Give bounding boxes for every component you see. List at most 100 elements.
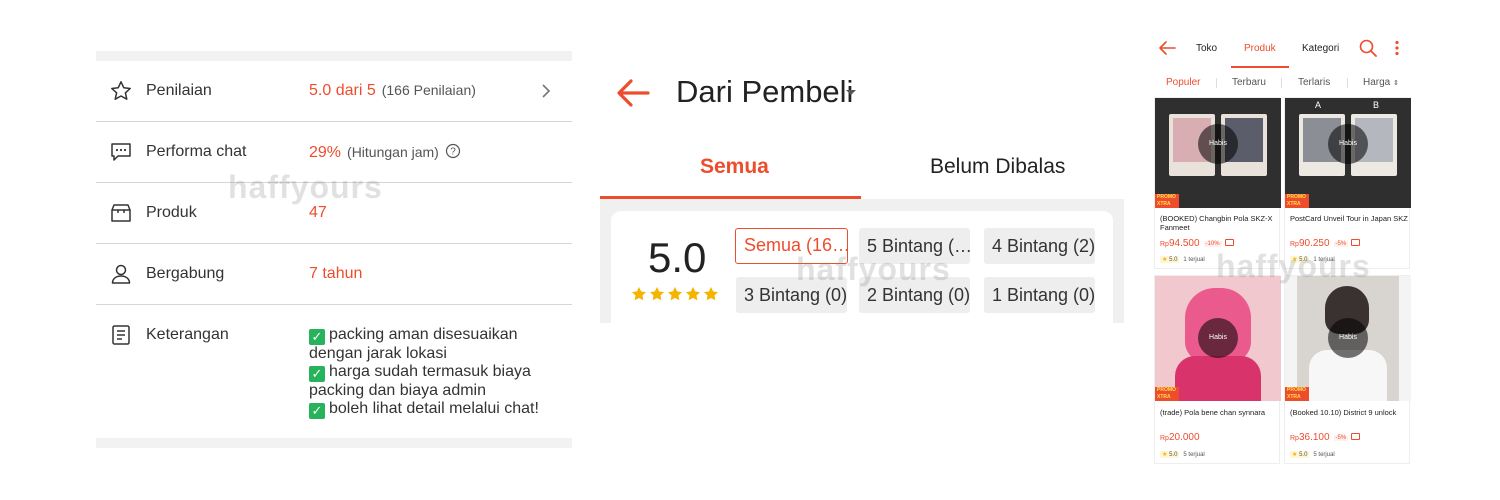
filter-1-star[interactable]: 1 Bintang (0) bbox=[984, 277, 1095, 313]
rating-count: (166 Penilaian) bbox=[381, 82, 476, 98]
star-outline-icon bbox=[111, 81, 131, 100]
voucher-icon bbox=[1224, 239, 1234, 246]
sort-separator bbox=[1281, 78, 1282, 88]
tab-products[interactable]: Produk bbox=[1244, 43, 1276, 54]
rating-value: 5.0 dari 5 (166 Penilaian) bbox=[309, 82, 476, 99]
back-arrow-icon[interactable] bbox=[616, 78, 650, 108]
star-icon bbox=[668, 287, 682, 301]
costume-body bbox=[1175, 356, 1261, 401]
product-rating: ★ 5.0 5 terjual bbox=[1290, 451, 1335, 458]
sold-count: 1 terjual bbox=[1183, 257, 1205, 263]
shop-description: ✓ packing aman disesuaikan dengan jarak l… bbox=[309, 326, 569, 419]
watermark: haffyours bbox=[796, 251, 951, 287]
sold-out-overlay: Habis bbox=[1328, 124, 1368, 164]
description-line: ✓ boleh lihat detail melalui chat! bbox=[309, 400, 569, 419]
chat-performance-note: (Hitungan jam) bbox=[347, 144, 439, 160]
product-image: Habis PROMO XTRA bbox=[1155, 98, 1281, 208]
promo-badge: PROMO XTRA bbox=[1155, 387, 1179, 401]
sort-separator bbox=[1216, 78, 1217, 88]
search-icon[interactable] bbox=[1359, 39, 1377, 57]
product-card[interactable]: Habis PROMO XTRA (trade) Pola bene chan … bbox=[1154, 275, 1281, 464]
check-icon: ✓ bbox=[309, 366, 325, 382]
sort-price[interactable]: Harga ⇕ bbox=[1363, 77, 1399, 88]
rating-score: 5.0 bbox=[648, 234, 707, 281]
ratings-panel: Dari Pembeli Semua Belum Dibalas 5.0 Sem… bbox=[600, 0, 1124, 500]
chat-performance-value: 29% (Hitungan jam)? bbox=[309, 143, 461, 162]
section-divider bbox=[96, 51, 572, 61]
promo-badge: PROMO XTRA bbox=[1285, 194, 1309, 208]
product-rating: ★ 5.0 1 terjual bbox=[1160, 256, 1205, 263]
promo-badge: PROMO XTRA bbox=[1285, 387, 1309, 401]
svg-text:?: ? bbox=[450, 147, 456, 158]
sold-count: 5 terjual bbox=[1313, 452, 1335, 458]
chevron-right-icon bbox=[542, 84, 551, 98]
section-divider bbox=[96, 438, 572, 448]
tab-categories[interactable]: Kategori bbox=[1302, 43, 1339, 54]
check-icon: ✓ bbox=[309, 329, 325, 345]
sold-count: 5 terjual bbox=[1183, 452, 1205, 458]
person-icon bbox=[111, 264, 131, 284]
filter-4-star[interactable]: 4 Bintang (2) bbox=[984, 228, 1095, 264]
tab-unreplied[interactable]: Belum Dibalas bbox=[930, 155, 1065, 179]
description-line: ✓ packing aman disesuaikan bbox=[309, 326, 569, 345]
product-image: Habis PROMO XTRA bbox=[1155, 276, 1281, 401]
product-price: Rp20.000 bbox=[1160, 432, 1200, 443]
rating-row[interactable]: Penilaian 5.0 dari 5 (166 Penilaian) bbox=[96, 61, 572, 122]
rating-stars bbox=[631, 286, 719, 302]
help-icon[interactable]: ? bbox=[445, 143, 461, 159]
product-card[interactable]: Habis PROMO XTRA (BOOKED) Changbin Pola … bbox=[1154, 97, 1281, 269]
rating-label: Penilaian bbox=[146, 82, 212, 99]
product-title: (Booked 10.10) District 9 unlock bbox=[1290, 408, 1397, 417]
sort-bestselling[interactable]: Terlaris bbox=[1298, 77, 1330, 88]
products-label: Produk bbox=[146, 204, 197, 221]
sort-arrows-icon: ⇕ bbox=[1393, 80, 1399, 87]
dropdown-caret-icon[interactable] bbox=[844, 88, 858, 98]
document-icon bbox=[112, 325, 130, 345]
description-line: packing dan biaya admin bbox=[309, 382, 487, 399]
promo-badge: PROMO XTRA bbox=[1155, 194, 1179, 208]
products-value: 47 bbox=[309, 204, 327, 221]
voucher-icon bbox=[1351, 433, 1361, 440]
image-label: B bbox=[1373, 100, 1380, 110]
sort-newest[interactable]: Terbaru bbox=[1232, 77, 1266, 88]
discount-badge: -10% bbox=[1203, 241, 1222, 247]
description-line: dengan jarak lokasi bbox=[309, 345, 447, 362]
watermark: haffyours bbox=[228, 169, 383, 205]
sold-out-overlay: Habis bbox=[1198, 124, 1238, 164]
back-arrow-icon[interactable] bbox=[1158, 41, 1176, 55]
product-price: Rp36.100 -5% bbox=[1290, 432, 1361, 443]
shop-products-panel: Toko Produk Kategori Populer Terbaru Ter… bbox=[1154, 30, 1411, 464]
product-title: (trade) Pola bene chan synnara bbox=[1160, 408, 1266, 417]
sort-popular[interactable]: Populer bbox=[1166, 77, 1200, 88]
discount-badge: -5% bbox=[1333, 241, 1349, 247]
tab-all[interactable]: Semua bbox=[700, 155, 769, 179]
product-rating: ★ 5.0 5 terjual bbox=[1160, 451, 1205, 458]
product-title: PostCard Unveil Tour in Japan SKZ bbox=[1290, 214, 1408, 223]
more-options-icon[interactable] bbox=[1394, 40, 1400, 56]
active-tab-indicator bbox=[1231, 66, 1289, 68]
product-card[interactable]: A B Habis PROMO XTRA PostCard Unveil Tou… bbox=[1284, 97, 1411, 269]
product-card[interactable]: Habis PROMO XTRA (Booked 10.10) District… bbox=[1284, 275, 1411, 464]
product-image: A B Habis PROMO XTRA bbox=[1285, 98, 1411, 208]
chat-bubble-icon bbox=[111, 143, 131, 161]
joined-label: Bergabung bbox=[146, 265, 225, 282]
sold-out-overlay: Habis bbox=[1198, 318, 1238, 358]
description-line: ✓ harga sudah termasuk biaya bbox=[309, 363, 569, 382]
voucher-icon bbox=[1351, 239, 1361, 246]
watermark: haffyours bbox=[1216, 248, 1371, 284]
star-icon bbox=[704, 287, 718, 301]
check-icon: ✓ bbox=[309, 403, 325, 419]
star-icon bbox=[650, 287, 664, 301]
joined-row: Bergabung 7 tahun bbox=[96, 244, 572, 305]
image-label: A bbox=[1315, 100, 1322, 110]
product-title: (BOOKED) Changbin Pola SKZ-X Fanmeet bbox=[1160, 214, 1273, 232]
product-image: Habis PROMO XTRA bbox=[1285, 276, 1411, 401]
discount-badge: -5% bbox=[1333, 435, 1349, 441]
description-label: Keterangan bbox=[146, 326, 229, 343]
star-icon bbox=[632, 287, 646, 301]
sort-separator bbox=[1347, 78, 1348, 88]
joined-value: 7 tahun bbox=[309, 265, 363, 282]
store-icon bbox=[111, 204, 131, 222]
star-icon bbox=[686, 287, 700, 301]
tab-shop[interactable]: Toko bbox=[1196, 43, 1217, 54]
